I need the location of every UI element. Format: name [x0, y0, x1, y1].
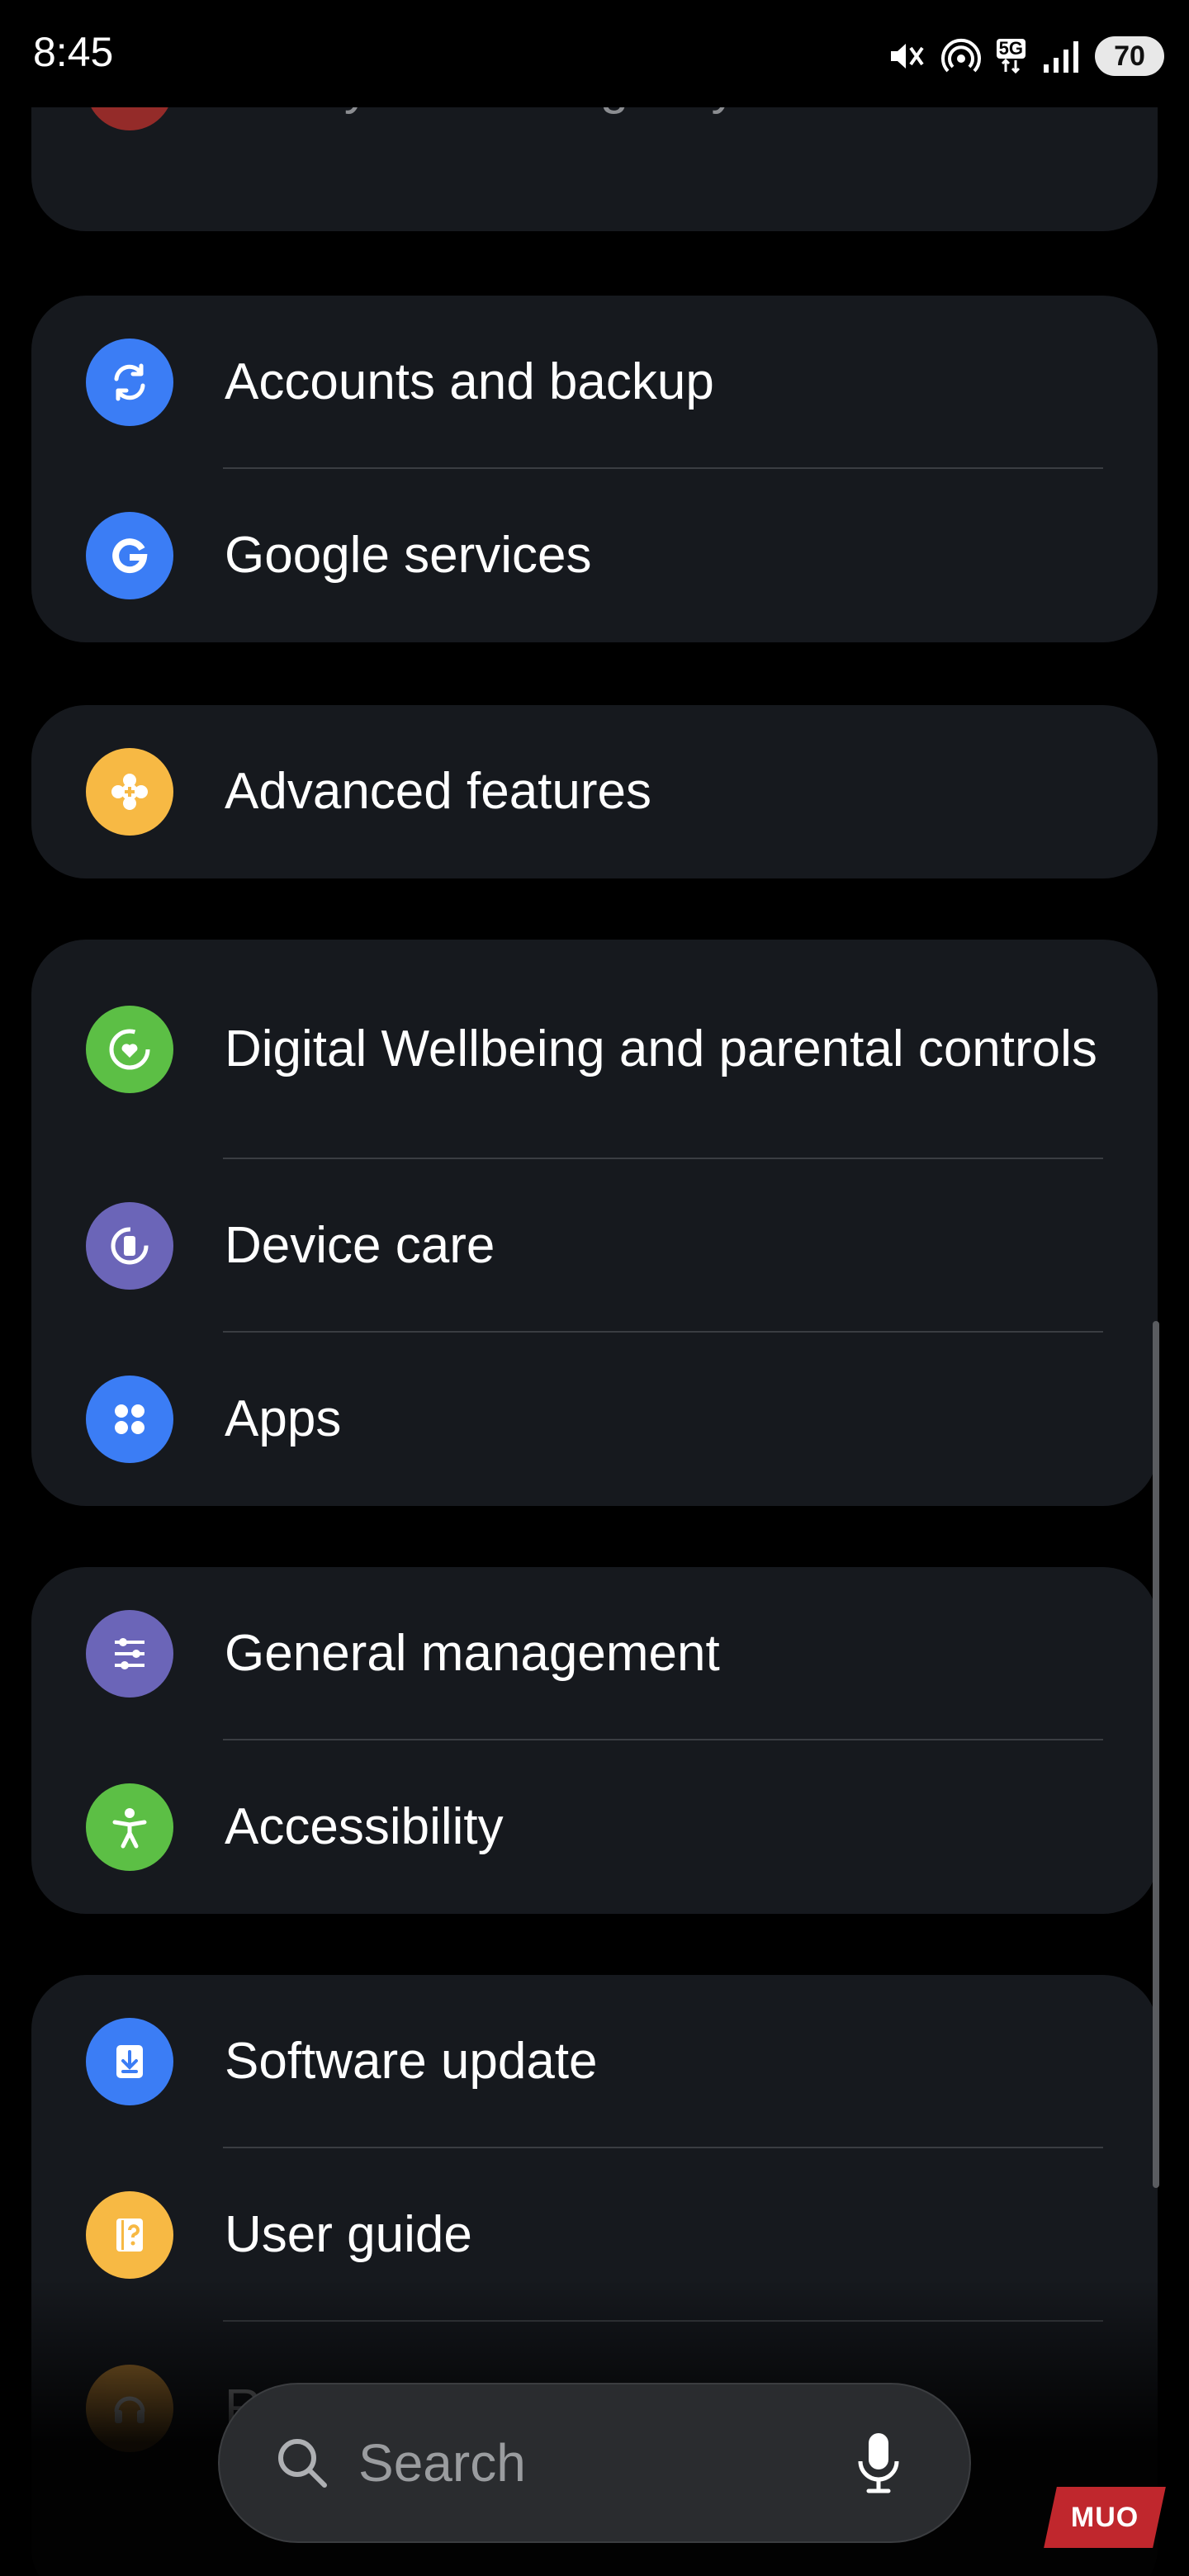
signal-icon	[1040, 38, 1080, 74]
status-bar: 8:45 5G 70	[0, 0, 1189, 107]
apps-grid-icon	[86, 1376, 173, 1463]
settings-group-advanced: Advanced features	[31, 705, 1158, 878]
settings-item-apps[interactable]: Apps	[31, 1333, 1158, 1506]
settings-item-label: Apps	[225, 1390, 342, 1447]
sync-icon	[86, 339, 173, 426]
search-placeholder: Search	[358, 2433, 526, 2493]
search-icon	[272, 2433, 332, 2497]
battery-indicator: 70	[1095, 36, 1164, 76]
mic-icon[interactable]	[854, 2430, 903, 2500]
hotspot-icon	[940, 36, 982, 77]
settings-item-label: Accounts and backup	[225, 353, 714, 410]
settings-item-accounts-and-backup[interactable]: Accounts and backup	[31, 296, 1158, 469]
scrollbar[interactable]	[1153, 1321, 1159, 2188]
status-time: 8:45	[33, 29, 114, 75]
device-care-icon	[86, 1202, 173, 1290]
settings-group-accounts: Accounts and backup Google services	[31, 296, 1158, 642]
watermark-text: MUO	[1070, 2501, 1139, 2533]
settings-item-label: Digital Wellbeing and parental controls	[225, 1020, 1097, 1077]
settings-item-label: General management	[225, 1624, 720, 1682]
watermark-logo: MUO	[1044, 2487, 1166, 2548]
settings-item-software-update[interactable]: Software update	[31, 1975, 1158, 2148]
settings-item-digital-wellbeing[interactable]: Digital Wellbeing and parental controls	[31, 940, 1158, 1159]
network-type-label: 5G	[996, 39, 1026, 59]
mute-icon	[886, 36, 926, 76]
google-icon	[86, 512, 173, 599]
book-question-icon	[86, 2191, 173, 2279]
settings-item-advanced-features[interactable]: Advanced features	[31, 705, 1158, 878]
gear-puzzle-icon	[86, 748, 173, 836]
settings-item-label: Advanced features	[225, 762, 652, 820]
settings-item-device-care[interactable]: Device care	[31, 1159, 1158, 1333]
settings-item-label: Accessibility	[225, 1797, 504, 1855]
download-icon	[86, 2018, 173, 2105]
settings-item-label: Google services	[225, 526, 592, 584]
search-bar[interactable]: Search	[218, 2383, 971, 2543]
settings-item-general-management[interactable]: General management	[31, 1567, 1158, 1740]
sliders-icon	[86, 1610, 173, 1698]
settings-item-label: Device care	[225, 1216, 495, 1274]
heart-circle-icon	[86, 1006, 173, 1093]
settings-item-google-services[interactable]: Google services	[31, 469, 1158, 642]
settings-item-accessibility[interactable]: Accessibility	[31, 1740, 1158, 1914]
status-icons: 5G 70	[886, 33, 1164, 79]
settings-group-device: Digital Wellbeing and parental controls …	[31, 940, 1158, 1506]
settings-group-management: General management Accessibility	[31, 1567, 1158, 1914]
network-type-icon: 5G	[996, 39, 1026, 73]
settings-item-label: Software update	[225, 2032, 598, 2090]
accessibility-icon	[86, 1783, 173, 1871]
settings-item-label: User guide	[225, 2205, 472, 2263]
